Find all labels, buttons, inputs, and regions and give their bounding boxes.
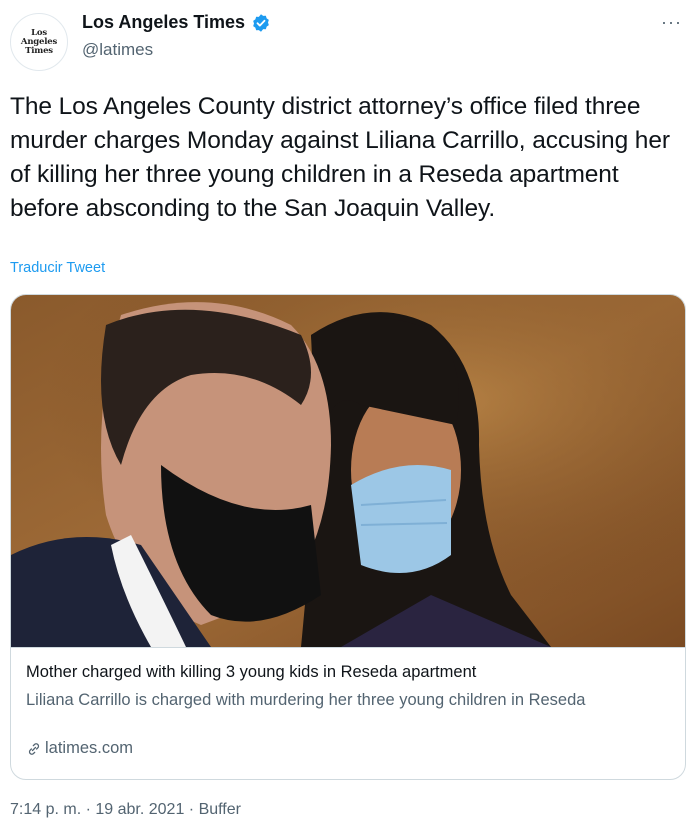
translate-tweet-link[interactable]: Traducir Tweet — [10, 260, 105, 276]
tweet-header: Los Angeles Times Los Angeles Times @lat… — [0, 0, 700, 80]
tweet-text: The Los Angeles County district attorney… — [10, 93, 670, 222]
card-title[interactable]: Mother charged with killing 3 young kids… — [26, 663, 476, 682]
card-description: Liliana Carrillo is charged with murderi… — [26, 691, 586, 709]
more-options-icon[interactable]: ··· — [661, 12, 682, 33]
link-icon — [28, 742, 40, 755]
card-image — [11, 295, 685, 647]
tweet-time[interactable]: 7:14 p. m. — [10, 801, 81, 818]
tweet-date[interactable]: 19 abr. 2021 — [95, 801, 184, 818]
card-domain[interactable]: latimes.com — [26, 739, 133, 758]
user-handle[interactable]: @latimes — [82, 40, 153, 60]
avatar-line-3: Times — [25, 45, 53, 56]
card-domain-text: latimes.com — [45, 739, 134, 757]
meta-separator-2: · — [184, 801, 199, 818]
tweet-source[interactable]: Buffer — [199, 801, 241, 818]
avatar[interactable]: Los Angeles Times — [10, 13, 68, 71]
name-row: Los Angeles Times — [82, 12, 271, 33]
tweet-meta: 7:14 p. m. · 19 abr. 2021 · Buffer — [10, 801, 241, 819]
link-card[interactable]: Mother charged with killing 3 young kids… — [10, 294, 686, 780]
display-name[interactable]: Los Angeles Times — [82, 12, 245, 33]
card-body[interactable]: Mother charged with killing 3 young kids… — [11, 647, 685, 779]
verified-badge-icon — [253, 13, 269, 32]
meta-separator: · — [81, 801, 96, 818]
